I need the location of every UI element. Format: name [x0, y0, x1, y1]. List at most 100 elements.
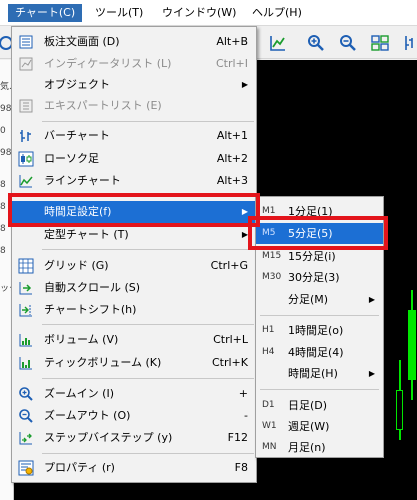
menu-item-shortcut: Alt+1: [216, 129, 248, 142]
timeframe-d1[interactable]: D1 日足(D): [256, 395, 383, 416]
candle-body: [396, 390, 403, 430]
timeframe-label: 時間足(H): [288, 367, 338, 380]
menu-item-label: ズームアウト (O): [44, 409, 131, 422]
menu-item-label: エキスパートリスト (E): [44, 99, 162, 112]
menu-window[interactable]: ウインドウ(W): [155, 4, 243, 22]
timeframe-code: MN: [262, 442, 277, 452]
menu-item-shortcut: Ctrl+K: [211, 356, 248, 369]
timeframe-code: H4: [262, 347, 275, 357]
menu-separator: [42, 121, 254, 122]
menu-item-line-chart[interactable]: ラインチャート Alt+3: [12, 170, 256, 192]
menu-separator: [42, 324, 254, 325]
menu-separator: [260, 389, 379, 390]
menu-item-order-book[interactable]: 板注文画面 (D) Alt+B: [12, 31, 256, 53]
menu-item-expert-list[interactable]: エキスパートリスト (E): [12, 95, 256, 117]
menu-item-label: 板注文画面 (D): [44, 35, 120, 48]
bar-chart-toolbar-icon[interactable]: [400, 31, 417, 55]
timeframe-minutes-submenu[interactable]: 分足(M) ▶: [256, 289, 383, 310]
menu-item-shortcut: Alt+B: [216, 35, 248, 48]
timeframe-code: W1: [262, 421, 277, 431]
menu-separator: [42, 378, 254, 379]
zoom-in-toolbar-icon[interactable]: [304, 31, 328, 55]
indicator-list-icon: [18, 56, 34, 72]
tile-windows-toolbar-icon[interactable]: [368, 31, 392, 55]
timeframe-label: 週足(W): [288, 420, 330, 433]
timeframe-w1[interactable]: W1 週足(W): [256, 416, 383, 437]
menu-item-label: オブジェクト: [44, 78, 110, 91]
menu-item-label: ローソク足: [44, 152, 99, 165]
timeframe-code: D1: [262, 400, 275, 410]
menu-item-label: ズームイン (I): [44, 387, 114, 400]
menu-item-chart-templates[interactable]: 定型チャート (T) ▶: [12, 224, 256, 246]
menu-item-shortcut: Ctrl+L: [213, 333, 248, 346]
menu-item-label: ステップバイステップ (y): [44, 431, 173, 444]
annotation-highlight-timeframe-settings: [8, 193, 260, 227]
menu-item-auto-scroll[interactable]: 自動スクロール (S): [12, 277, 256, 299]
menu-item-tick-volume[interactable]: ティックボリューム (K) Ctrl+K: [12, 352, 256, 374]
zoom-out-icon: [18, 408, 34, 424]
timeframe-label: 1時間足(o): [288, 324, 344, 337]
menu-item-indicator-list[interactable]: インディケータリスト (L) Ctrl+I: [12, 53, 256, 75]
chart-shift-icon: [18, 302, 34, 318]
menu-item-shortcut: Ctrl+I: [215, 57, 248, 70]
line-chart-toolbar-icon[interactable]: [266, 31, 290, 55]
timeframe-code: H1: [262, 325, 275, 335]
auto-scroll-icon: [18, 280, 34, 296]
timeframe-label: 30分足(3): [288, 271, 340, 284]
timeframe-label: 4時間足(4): [288, 346, 344, 359]
menu-item-zoom-out[interactable]: ズームアウト (O) -: [12, 405, 256, 427]
menu-separator: [42, 453, 254, 454]
tick-volume-icon: [18, 355, 34, 371]
order-book-icon: [18, 34, 34, 50]
properties-icon: [18, 460, 34, 476]
menu-item-shortcut: -: [244, 409, 248, 422]
volume-icon: [18, 332, 34, 348]
submenu-arrow-icon: ▶: [368, 295, 375, 304]
menu-item-shortcut: F12: [227, 431, 248, 444]
menu-item-properties[interactable]: プロパティ (r) F8: [12, 457, 256, 479]
step-by-step-icon: [18, 430, 34, 446]
line-chart-icon: [18, 173, 34, 189]
bar-chart-icon: [18, 128, 34, 144]
menu-item-label: インディケータリスト (L): [44, 57, 172, 70]
menu-item-step-by-step[interactable]: ステップバイステップ (y) F12: [12, 427, 256, 449]
menu-tools[interactable]: ツール(T): [88, 4, 150, 22]
candle-body: [408, 310, 416, 380]
menu-item-shortcut: Alt+2: [216, 152, 248, 165]
timeframe-mn[interactable]: MN 月足(n): [256, 437, 383, 458]
menu-item-label: プロパティ (r): [44, 461, 115, 474]
chart-dropdown-menu: 板注文画面 (D) Alt+B インディケータリスト (L) Ctrl+I オブ…: [11, 26, 257, 483]
menu-item-objects[interactable]: オブジェクト ▶: [12, 74, 256, 96]
menu-bar: チャート(C) ツール(T) ウインドウ(W) ヘルプ(H): [0, 0, 417, 26]
timeframe-h4[interactable]: H4 4時間足(4): [256, 342, 383, 363]
timeframe-m30[interactable]: M30 30分足(3): [256, 267, 383, 288]
menu-item-label: 自動スクロール (S): [44, 281, 141, 294]
menu-item-shortcut: F8: [234, 461, 248, 474]
menu-item-label: グリッド (G): [44, 259, 109, 272]
menu-item-label: バーチャート: [44, 129, 110, 142]
candlestick-icon: [18, 151, 34, 167]
menu-separator: [260, 315, 379, 316]
menu-item-candlestick[interactable]: ローソク足 Alt+2: [12, 148, 256, 170]
menu-chart[interactable]: チャート(C): [8, 4, 83, 22]
menu-item-shortcut: Alt+3: [216, 174, 248, 187]
menu-item-volume[interactable]: ボリューム (V) Ctrl+L: [12, 329, 256, 351]
menu-item-label: ボリューム (V): [44, 333, 119, 346]
menu-item-label: ティックボリューム (K): [44, 356, 162, 369]
menu-item-bar-chart[interactable]: バーチャート Alt+1: [12, 125, 256, 147]
menu-item-grid[interactable]: グリッド (G) Ctrl+G: [12, 255, 256, 277]
menu-item-zoom-in[interactable]: ズームイン (I) +: [12, 383, 256, 405]
timeframe-hours-submenu[interactable]: 時間足(H) ▶: [256, 363, 383, 384]
timeframe-label: 日足(D): [288, 399, 328, 412]
menu-help[interactable]: ヘルプ(H): [245, 4, 309, 22]
zoom-out-toolbar-icon[interactable]: [336, 31, 360, 55]
zoom-in-icon: [18, 386, 34, 402]
menu-item-chart-shift[interactable]: チャートシフト(h): [12, 299, 256, 321]
timeframe-label: 月足(n): [288, 441, 326, 454]
annotation-highlight-m5: [248, 216, 388, 250]
menu-separator: [42, 249, 254, 250]
menu-item-label: ラインチャート: [44, 174, 121, 187]
timeframe-h1[interactable]: H1 1時間足(o): [256, 320, 383, 341]
timeframe-label: 分足(M): [288, 293, 329, 306]
expert-list-icon: [18, 98, 34, 114]
